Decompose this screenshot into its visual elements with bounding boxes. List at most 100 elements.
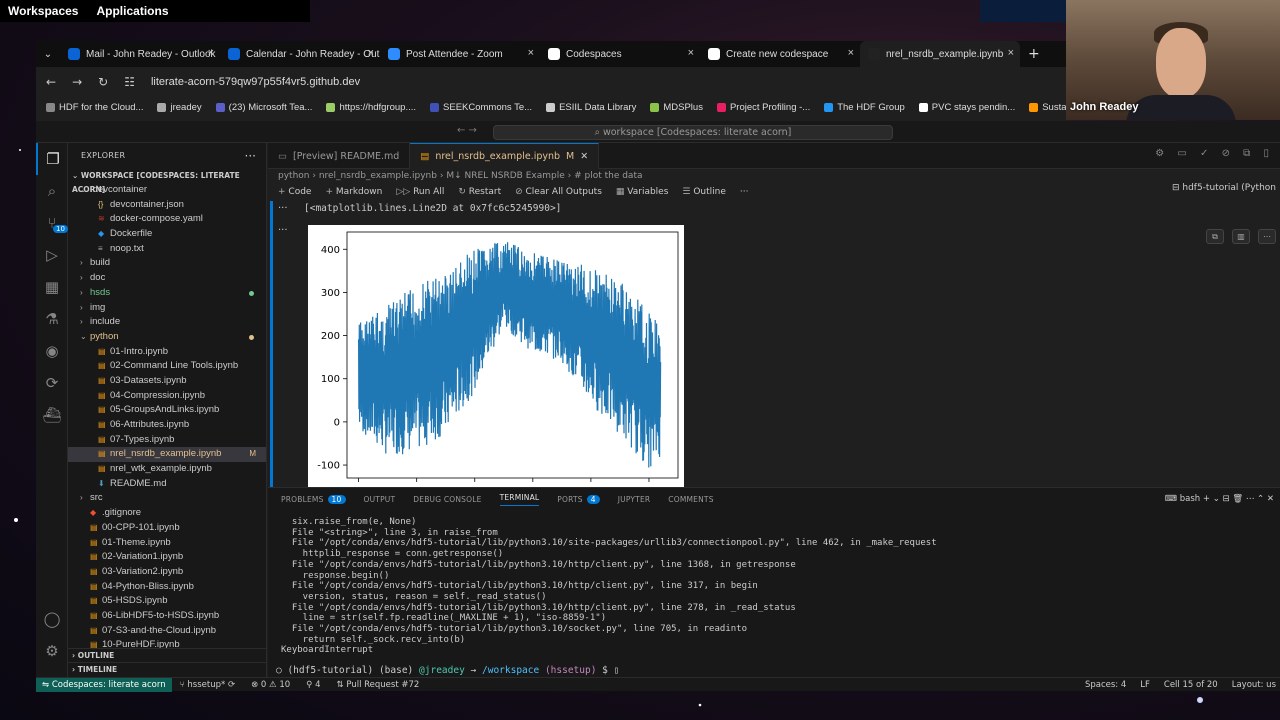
toolbar-code-button[interactable]: + Code bbox=[278, 187, 311, 197]
toolbar-clear-all-outputs-button[interactable]: ⊘ Clear All Outputs bbox=[515, 187, 602, 197]
bookmark-item[interactable]: (23) Microsoft Tea... bbox=[215, 102, 312, 113]
tree-item[interactable]: ▤ 02-Command Line Tools.ipynb bbox=[68, 359, 266, 374]
terminal-actions[interactable]: ⌨ bash + ⌄ ⊟ 🗑 ⋯ ⌃ ✕ bbox=[1165, 494, 1274, 504]
breadcrumb-item[interactable]: python bbox=[278, 171, 309, 181]
panel-tab-ports[interactable]: PORTS 4 bbox=[557, 494, 600, 504]
toolbar-variables-button[interactable]: ▦ Variables bbox=[616, 187, 669, 197]
forward-icon[interactable]: → bbox=[72, 75, 82, 89]
branch-indicator[interactable]: ⑂ hssetup* ⟳ bbox=[172, 680, 243, 690]
breadcrumb-item[interactable]: nrel_nsrdb_example.ipynb bbox=[319, 171, 437, 181]
toolbar-markdown-button[interactable]: + Markdown bbox=[325, 187, 382, 197]
settings-gear-icon[interactable]: ⚙ bbox=[36, 635, 68, 667]
tree-item[interactable]: ▤ nrel_wtk_example.ipynb bbox=[68, 462, 266, 477]
bookmark-item[interactable]: HDF for the Cloud... bbox=[46, 102, 143, 113]
tree-item[interactable]: ◆ .gitignore bbox=[68, 506, 266, 521]
testing-icon[interactable]: ⚗ bbox=[36, 303, 68, 335]
tree-item[interactable]: ▤ 02-Variation1.ipynb bbox=[68, 550, 266, 565]
tree-item[interactable]: ▤ 05-GroupsAndLinks.ipynb bbox=[68, 403, 266, 418]
tree-item[interactable]: ▤ nrel_nsrdb_example.ipynb M bbox=[68, 447, 266, 463]
tree-item[interactable]: ▤ 00-CPP-101.ipynb bbox=[68, 521, 266, 536]
remote-indicator[interactable]: ⇋ Codespaces: literate acorn bbox=[36, 677, 172, 692]
panel-tab-terminal[interactable]: TERMINAL bbox=[499, 493, 540, 506]
workspaces-menu[interactable]: Workspaces bbox=[8, 4, 78, 18]
layout-indicator[interactable]: Layout: us bbox=[1232, 678, 1276, 692]
toolbar-restart-button[interactable]: ↻ Restart bbox=[458, 187, 501, 197]
breadcrumb-item[interactable]: # plot the data bbox=[574, 171, 642, 181]
panel-tab-comments[interactable]: COMMENTS bbox=[668, 495, 713, 504]
timeline-section[interactable]: › TIMELINE bbox=[68, 662, 266, 676]
chart-icon[interactable]: ▥ bbox=[1232, 229, 1250, 244]
browser-tab[interactable]: Mail - John Readey - Outlook × bbox=[60, 41, 220, 67]
toolbar-more-icon[interactable]: ··· bbox=[740, 187, 749, 197]
site-info-icon[interactable]: ☷ bbox=[124, 75, 135, 89]
explorer-icon[interactable]: ❐ bbox=[36, 143, 68, 175]
problems-indicator[interactable]: ⊗ 0 ⚠ 10 bbox=[243, 680, 298, 690]
tree-item[interactable]: › doc bbox=[68, 271, 266, 286]
close-tab-icon[interactable]: × bbox=[368, 47, 374, 59]
tree-item[interactable]: ▤ 07-S3-and-the-Cloud.ipynb bbox=[68, 624, 266, 639]
close-tab-icon[interactable]: × bbox=[688, 47, 694, 59]
tree-item[interactable]: ⬇ README.md bbox=[68, 477, 266, 492]
reload-icon[interactable]: ↻ bbox=[98, 75, 108, 89]
close-tab-icon[interactable]: × bbox=[528, 47, 534, 59]
editor-tab[interactable]: ▭ [Preview] README.md bbox=[268, 143, 411, 169]
tree-item[interactable]: › include bbox=[68, 315, 266, 330]
tree-item[interactable]: ▤ 01-Intro.ipynb bbox=[68, 345, 266, 360]
tree-item[interactable]: › build bbox=[68, 256, 266, 271]
more-icon[interactable]: ⋯ bbox=[1258, 229, 1276, 244]
tree-item[interactable]: ▤ 05-HSDS.ipynb bbox=[68, 594, 266, 609]
run-debug-icon[interactable]: ▷ bbox=[36, 239, 68, 271]
copy-icon[interactable]: ⧉ bbox=[1206, 229, 1224, 244]
bookmark-item[interactable]: jreadey bbox=[157, 102, 202, 113]
tree-item[interactable]: ▤ 04-Python-Bliss.ipynb bbox=[68, 580, 266, 595]
back-icon[interactable]: ← bbox=[46, 75, 56, 89]
tree-item[interactable]: › img bbox=[68, 301, 266, 316]
url-field[interactable]: literate-acorn-579qw97p55f4vr5.github.de… bbox=[151, 76, 360, 88]
search-icon[interactable]: ⌕ bbox=[36, 175, 68, 207]
bookmark-item[interactable]: ESIIL Data Library bbox=[546, 102, 636, 113]
tree-item[interactable]: ◆ Dockerfile bbox=[68, 227, 266, 242]
close-tab-icon[interactable]: × bbox=[1008, 47, 1014, 59]
docker-icon[interactable]: ⛴ bbox=[36, 399, 68, 431]
output-menu-icon[interactable]: ··· bbox=[278, 225, 288, 236]
panel-tab-output[interactable]: OUTPUT bbox=[364, 495, 396, 504]
extensions-icon[interactable]: ▦ bbox=[36, 271, 68, 303]
panel-tab-problems[interactable]: PROBLEMS 10 bbox=[281, 494, 346, 504]
bookmark-item[interactable]: The HDF Group bbox=[824, 102, 905, 113]
bookmark-item[interactable]: Project Profiling -... bbox=[716, 102, 810, 113]
panel-tab-debug-console[interactable]: DEBUG CONSOLE bbox=[413, 495, 481, 504]
bookmark-item[interactable]: Sustaining Engine... bbox=[1029, 102, 1066, 113]
remote-explorer-icon[interactable]: ⟳ bbox=[36, 367, 68, 399]
tree-item[interactable]: › hsds bbox=[68, 286, 266, 301]
kernel-picker[interactable]: ⊟ hdf5-tutorial (Python bbox=[1172, 183, 1276, 193]
terminal-prompt[interactable]: ○ (hdf5-tutorial) (base) @jreadey → /wor… bbox=[276, 665, 619, 676]
editor-tab[interactable]: ▤ nrel_nsrdb_example.ipynb M ✕ bbox=[410, 143, 600, 169]
breadcrumb-item[interactable]: M↓ NREL NSRDB Example bbox=[446, 171, 564, 181]
github-icon[interactable]: ◉ bbox=[36, 335, 68, 367]
tree-item[interactable]: ≋ docker-compose.yaml bbox=[68, 212, 266, 227]
output-menu-icon[interactable]: ··· bbox=[278, 203, 288, 214]
close-tab-icon[interactable]: × bbox=[848, 47, 854, 59]
tree-item[interactable]: ▤ 04-Compression.ipynb bbox=[68, 389, 266, 404]
browser-tab[interactable]: Codespaces × bbox=[540, 41, 700, 67]
tree-item[interactable]: ▤ 01-Theme.ipynb bbox=[68, 536, 266, 551]
eol-indicator[interactable]: LF bbox=[1140, 678, 1150, 692]
browser-tab[interactable]: Post Attendee - Zoom × bbox=[380, 41, 540, 67]
editor-actions[interactable]: ⚙ ▭ ✓ ⊘ ⧉ ▯ bbox=[1155, 148, 1274, 159]
tree-item[interactable]: ▤ 03-Datasets.ipynb bbox=[68, 374, 266, 389]
tab-search-icon[interactable]: ⌄ bbox=[36, 49, 60, 60]
pull-request-indicator[interactable]: ⇅ Pull Request #72 bbox=[329, 680, 428, 690]
system-tray[interactable] bbox=[980, 0, 1070, 22]
toolbar-run-all-button[interactable]: ▷▷ Run All bbox=[396, 187, 444, 197]
tree-item[interactable]: › src bbox=[68, 491, 266, 506]
close-tab-icon[interactable]: × bbox=[208, 47, 214, 59]
outline-section[interactable]: › OUTLINE bbox=[68, 648, 266, 662]
terminal-output[interactable]: six.raise_from(e, None) File "<string>",… bbox=[281, 517, 1271, 656]
browser-tab[interactable]: Create new codespace × bbox=[700, 41, 860, 67]
command-center[interactable]: ⌕ workspace [Codespaces: literate acorn] bbox=[493, 125, 893, 140]
tree-item[interactable]: ▤ 03-Variation2.ipynb bbox=[68, 565, 266, 580]
indent-indicator[interactable]: Spaces: 4 bbox=[1085, 678, 1126, 692]
bookmark-item[interactable]: https://hdfgroup.... bbox=[326, 102, 416, 113]
tree-item[interactable]: ▤ 06-Attributes.ipynb bbox=[68, 418, 266, 433]
bookmark-item[interactable]: MDSPlus bbox=[650, 102, 703, 113]
